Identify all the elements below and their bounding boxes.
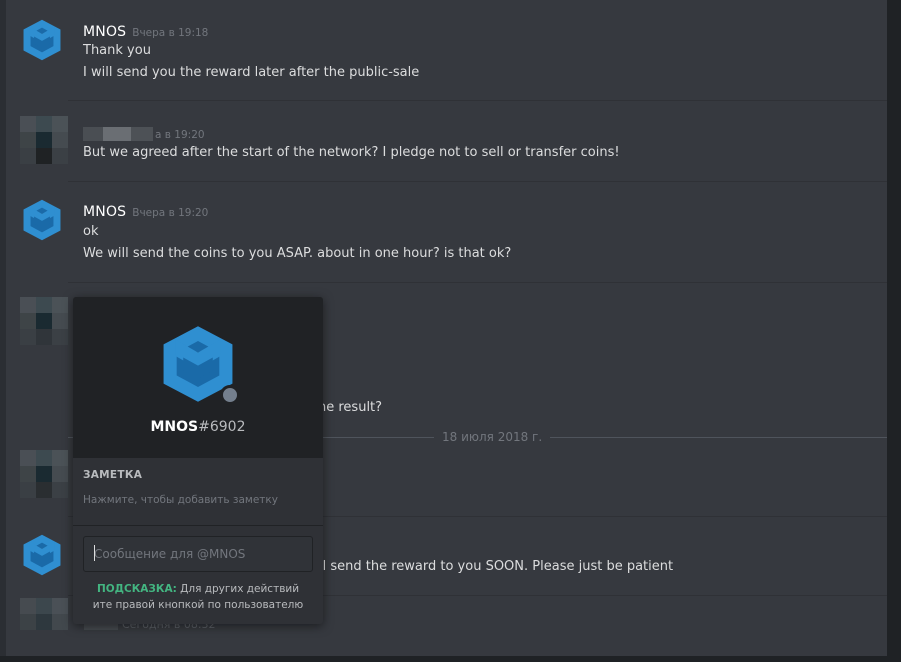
popout-tip: ПОДСКАЗКА: Для других действий ите право… [73, 581, 323, 613]
mnos-logo-icon[interactable] [20, 18, 64, 62]
message-header: MNOS Вчера в 19:18 [83, 21, 208, 40]
message-text: he result? [318, 400, 383, 415]
blurred-avatar[interactable] [20, 297, 68, 345]
blurred-avatar[interactable] [20, 598, 68, 646]
message-group: а в 19:20 But we agreed after the start … [6, 101, 887, 181]
message-timestamp: Вчера в 19:20 [132, 207, 209, 219]
direct-message-input[interactable] [83, 536, 313, 572]
mnos-logo-icon[interactable] [20, 533, 64, 577]
message-header: а в 19:20 [83, 123, 205, 142]
popout-divider [73, 525, 323, 526]
window-border [887, 0, 901, 662]
blurred-avatar[interactable] [20, 450, 68, 498]
blurred-avatar[interactable] [20, 116, 68, 164]
message-text: We will send the coins to you ASAP. abou… [83, 246, 512, 261]
message-timestamp: Вчера в 19:18 [132, 27, 209, 39]
message-text: I will send you the reward later after t… [83, 65, 420, 80]
message-group: MNOS Вчера в 19:18 Thank you I will send … [6, 0, 887, 100]
author-name[interactable]: MNOS [83, 204, 126, 220]
message-text: ok [83, 224, 99, 239]
message-text: Thank you [83, 43, 151, 58]
note-input[interactable]: Нажмите, чтобы добавить заметку [83, 494, 278, 506]
note-title: ЗАМЕТКА [83, 469, 143, 481]
discriminator: #6902 [198, 419, 246, 435]
message-text: But we agreed after the start of the net… [83, 145, 620, 160]
username: MNOS [150, 419, 199, 435]
user-profile-popout: MNOS#6902 ЗАМЕТКА Нажмите, чтобы добавит… [73, 297, 323, 624]
tip-text: Для других действий [180, 583, 300, 595]
window-border [0, 656, 901, 662]
message-timestamp: а в 19:20 [155, 129, 205, 141]
message-group: MNOS Вчера в 19:20 ok We will send the co… [6, 182, 887, 282]
blurred-author-name [83, 126, 103, 141]
text-caret [94, 545, 95, 561]
mnos-logo-icon[interactable] [20, 198, 64, 242]
offline-status-icon [220, 385, 240, 405]
tip-label: ПОДСКАЗКА: [96, 583, 177, 595]
author-name[interactable]: MNOS [83, 24, 126, 40]
popout-username[interactable]: MNOS#6902 [73, 419, 323, 435]
message-text: ll send the reward to you SOON. Please j… [319, 559, 674, 574]
popout-header: MNOS#6902 [73, 297, 323, 458]
app-window: MNOS Вчера в 19:18 Thank you I will send … [0, 0, 901, 662]
message-header: MNOS Вчера в 19:20 [83, 201, 208, 220]
tip-text: ите правой кнопкой по пользователю [92, 599, 304, 611]
